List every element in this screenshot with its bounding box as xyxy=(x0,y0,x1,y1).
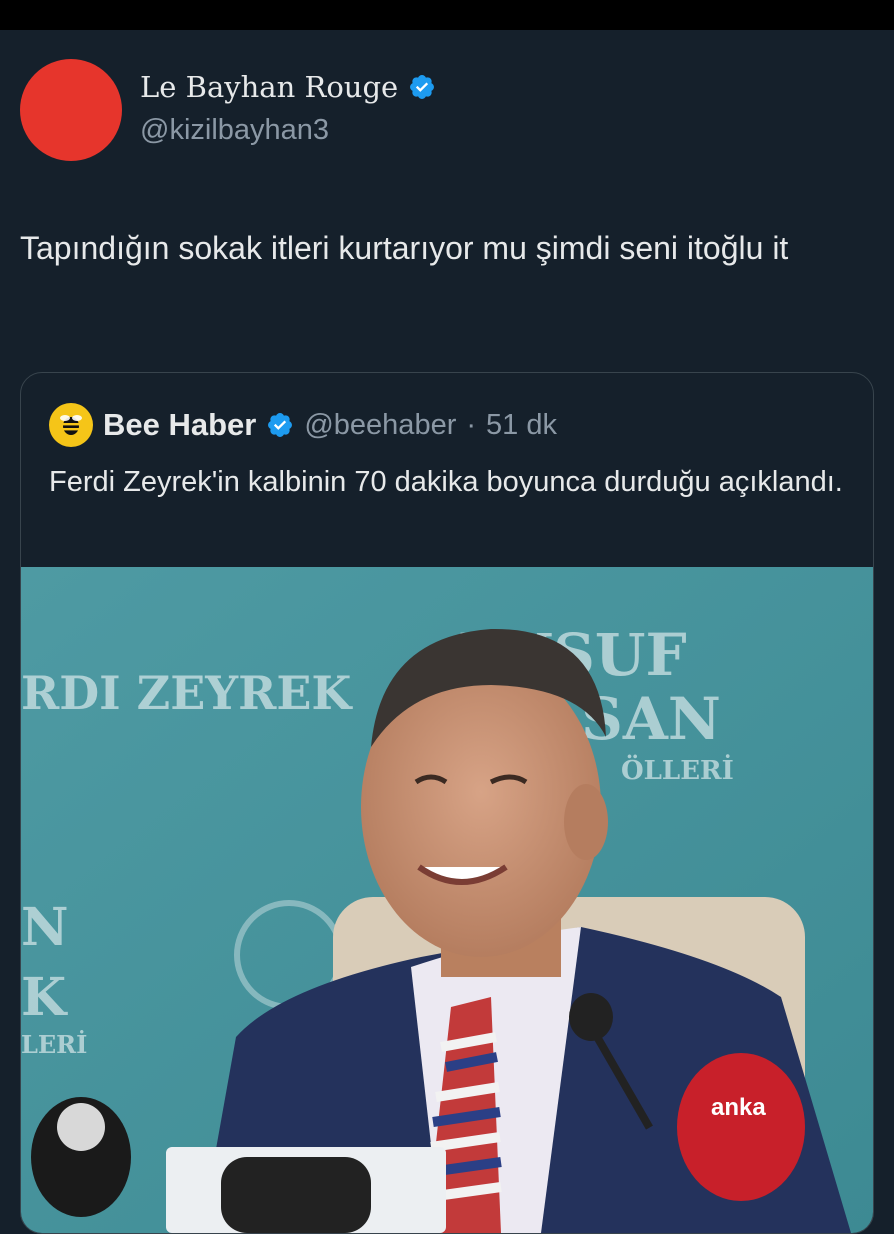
verified-badge-icon xyxy=(410,75,435,99)
quote-separator: · xyxy=(466,408,477,441)
backdrop-text-left-2: N xyxy=(21,897,69,958)
tweet-text: Tapındığın sokak itleri kurtarıyor mu şi… xyxy=(20,230,789,266)
quote-verified-badge-icon xyxy=(268,413,293,437)
quote-display-name[interactable]: Bee Haber xyxy=(103,407,256,443)
author-name-row[interactable]: Le Bayhan Rouge xyxy=(140,70,436,104)
backdrop-text-left: RDI ZEYREK xyxy=(21,666,353,720)
author-display-name[interactable]: Le Bayhan Rouge xyxy=(140,70,398,104)
author-avatar[interactable] xyxy=(20,59,122,161)
quote-header: Bee Haber @beehaber · 51 dk xyxy=(49,403,557,447)
backdrop-text-right-3: ÖLLERİ xyxy=(621,754,734,786)
bee-logo-icon[interactable] xyxy=(49,403,93,447)
press-conference-photo: RDI ZEYREK YUSUF SAN ÖLLERİ N K LERİ xyxy=(21,567,873,1233)
mic-brand-label: anka xyxy=(711,1094,766,1121)
status-bar xyxy=(0,0,894,30)
bee-icon xyxy=(60,415,82,435)
author-handle[interactable]: @kizilbayhan3 xyxy=(140,114,329,147)
backdrop-text-left-3: K xyxy=(21,967,68,1028)
quote-timestamp[interactable]: 51 dk xyxy=(486,409,557,442)
quote-handle[interactable]: @beehaber xyxy=(304,409,456,442)
quote-tweet-card[interactable]: Bee Haber @beehaber · 51 dk Ferdi Zeyrek… xyxy=(20,372,874,1234)
quote-media-photo[interactable]: RDI ZEYREK YUSUF SAN ÖLLERİ N K LERİ xyxy=(21,567,873,1233)
backdrop-text-left-4: LERİ xyxy=(21,1030,87,1059)
quote-text: Ferdi Zeyrek'in kalbinin 70 dakika boyun… xyxy=(49,466,843,498)
